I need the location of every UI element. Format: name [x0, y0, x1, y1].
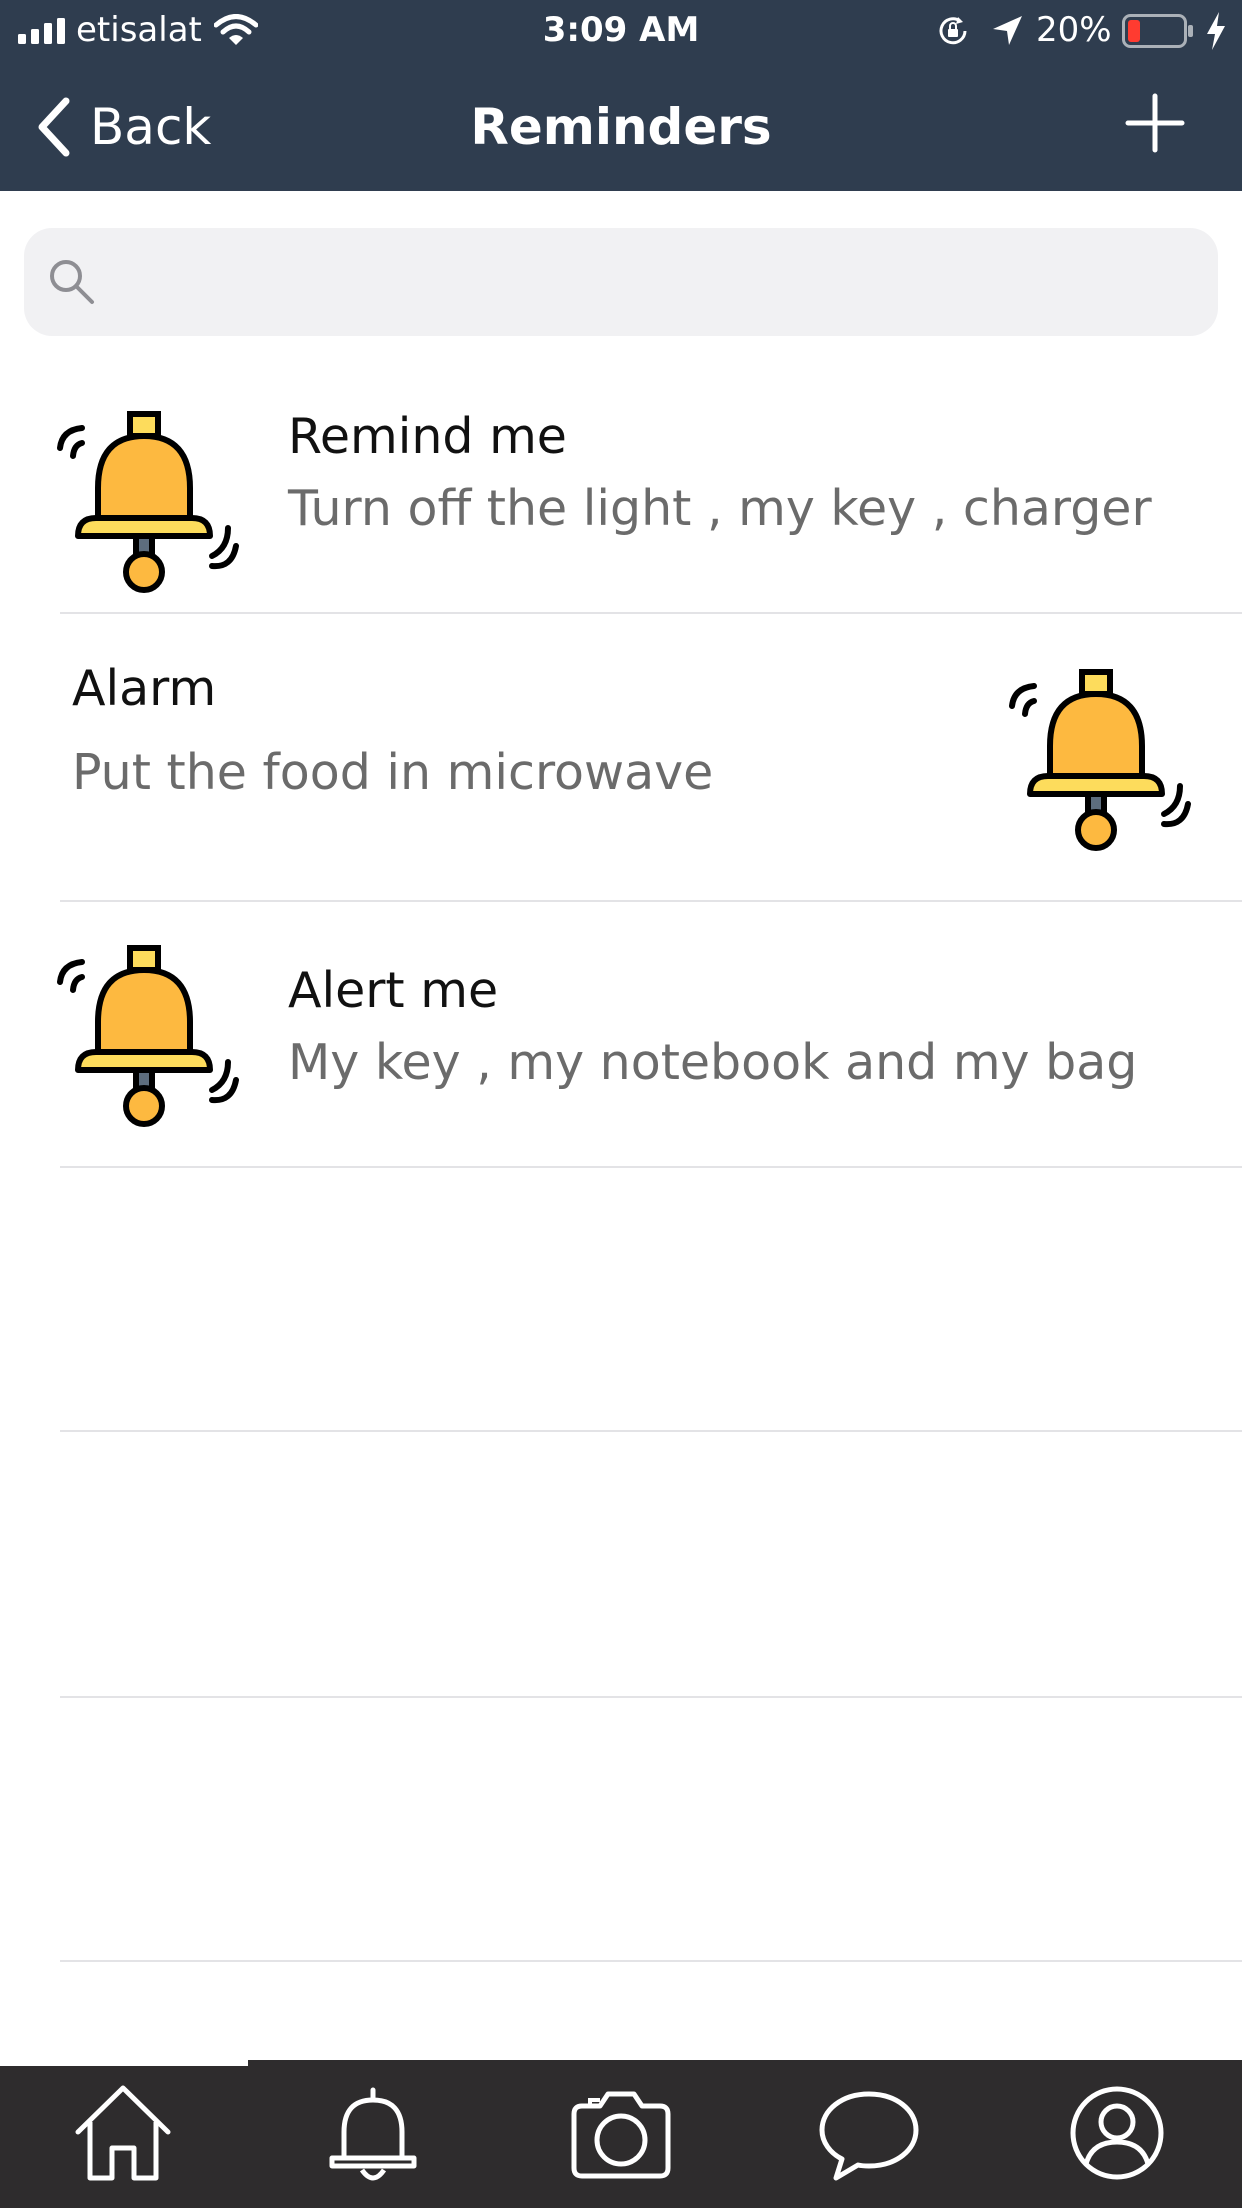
header: etisalat 3:09 AM 20% Back Reminders [0, 0, 1242, 191]
tab-reminders[interactable] [318, 2078, 428, 2188]
list-divider [60, 1166, 1242, 1168]
reminder-title: Alarm [72, 660, 217, 717]
home-icon [75, 2085, 171, 2181]
camera-icon [571, 2091, 671, 2179]
ringing-bell-icon [1009, 669, 1191, 851]
tab-bar [0, 2060, 1242, 2208]
reminder-row-3[interactable]: Alert me My key , my notebook and my bag [0, 902, 1242, 1166]
search-input[interactable] [114, 228, 1198, 338]
list-divider [60, 1430, 1242, 1432]
bell-icon [329, 2087, 417, 2181]
reminder-subtitle: My key , my notebook and my bag [288, 1034, 1138, 1091]
ringing-bell-icon [57, 945, 239, 1127]
tab-messages[interactable] [814, 2078, 924, 2188]
status-bar: etisalat 3:09 AM 20% [0, 0, 1242, 62]
reminder-subtitle: Put the food in microwave [72, 744, 714, 801]
reminder-row-1[interactable]: Remind me Turn off the light , my key , … [0, 380, 1242, 612]
ringing-bell-icon [57, 411, 239, 593]
reminder-subtitle: Turn off the light , my key , charger [288, 480, 1152, 537]
tab-home[interactable] [68, 2078, 178, 2188]
profile-icon [1070, 2086, 1164, 2180]
battery-icon [1122, 14, 1193, 48]
charging-bolt-icon [1207, 12, 1225, 50]
tab-profile[interactable] [1062, 2078, 1172, 2188]
chat-bubble-icon [819, 2091, 919, 2181]
tab-camera[interactable] [566, 2078, 676, 2188]
reminder-title: Alert me [288, 962, 499, 1019]
reminder-row-2[interactable]: Alarm Put the food in microwave [0, 614, 1242, 900]
add-reminder-button[interactable] [1124, 92, 1186, 154]
active-tab-indicator [0, 2060, 248, 2066]
search-icon [50, 260, 94, 304]
rotation-lock-icon [939, 17, 967, 45]
location-arrow-icon [993, 16, 1022, 45]
search-bar [24, 228, 1218, 338]
reminder-title: Remind me [288, 408, 567, 465]
page-title: Reminders [470, 98, 772, 156]
battery-percent: 20% [1036, 10, 1112, 50]
list-divider [60, 1960, 1242, 1962]
navigation-bar: Back Reminders [0, 62, 1242, 191]
list-divider [60, 1696, 1242, 1698]
